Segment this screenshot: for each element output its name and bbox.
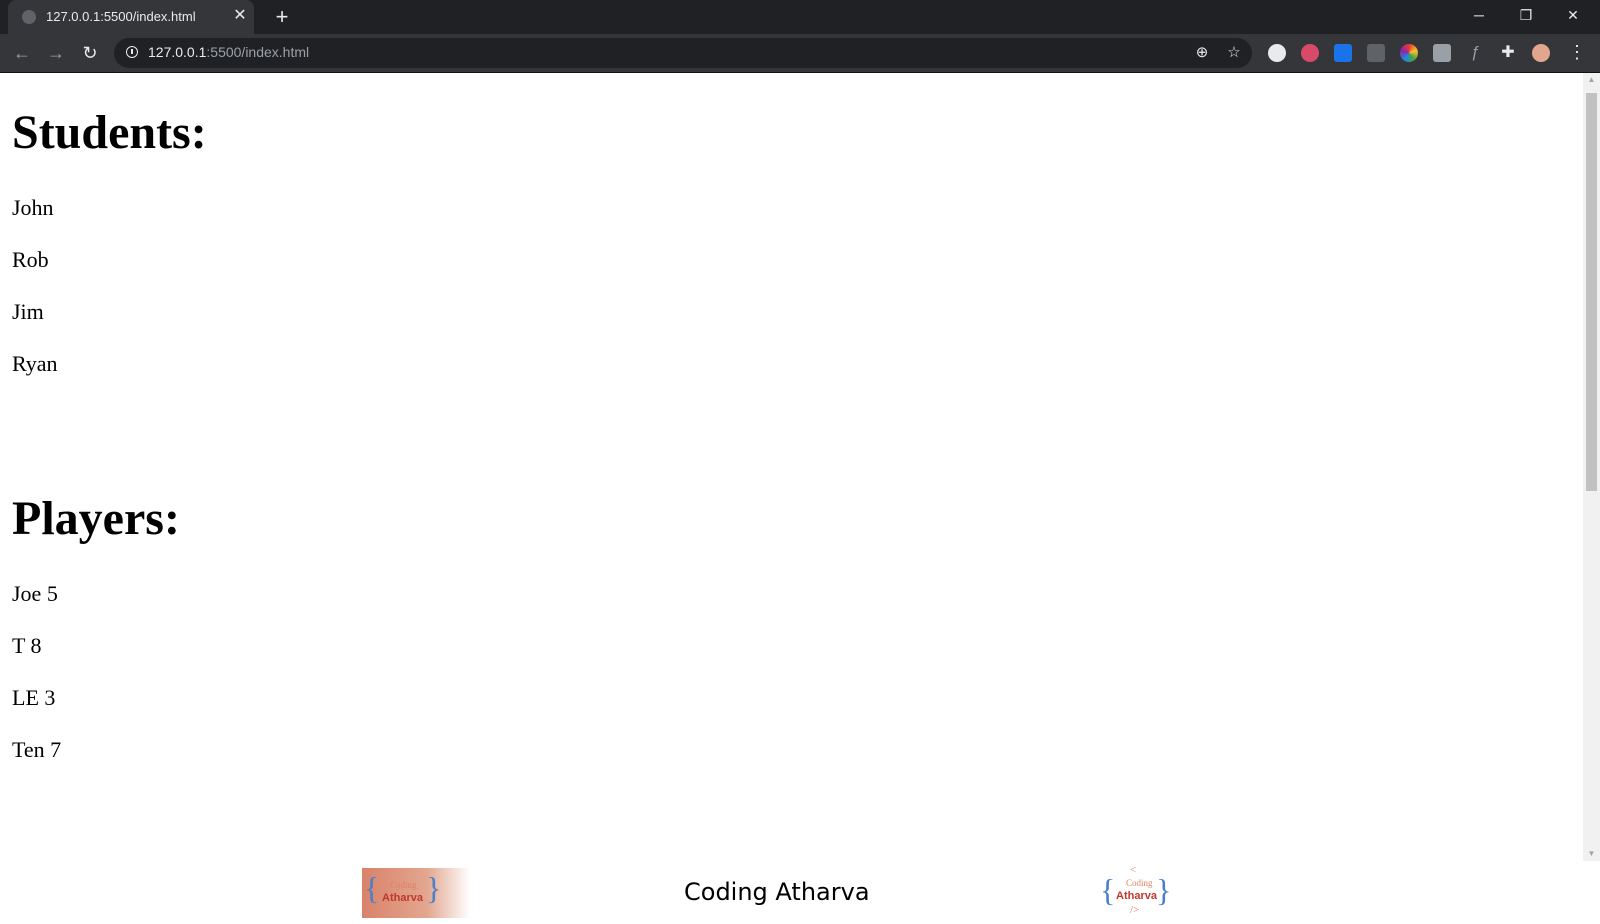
list-item: Joe 5 <box>12 581 58 606</box>
logo-right-top: < <box>1130 864 1137 876</box>
extension-1-icon[interactable] <box>1268 44 1286 62</box>
list-item: Jim <box>12 299 44 324</box>
camera-icon[interactable] <box>1433 44 1451 62</box>
s-extension-icon[interactable] <box>1367 44 1385 62</box>
coding-atharva-logo-right: < { Coding Atharva } /> <box>1100 864 1174 920</box>
bookmark-star-icon[interactable]: ☆ <box>1224 43 1244 63</box>
browser-titlebar: 127.0.0.1:5500/index.html ✕ + ─ ❐ ✕ <box>0 0 1600 34</box>
reload-button[interactable]: ↻ <box>78 41 102 65</box>
list-item: LE 3 <box>12 685 56 710</box>
close-window-button[interactable]: ✕ <box>1550 0 1596 32</box>
function-icon[interactable]: ƒ <box>1466 44 1484 62</box>
color-picker-icon[interactable] <box>1400 44 1418 62</box>
scrollbar-thumb[interactable] <box>1586 93 1597 491</box>
globe-icon <box>22 10 36 24</box>
kebab-menu-icon[interactable]: ⋮ <box>1568 42 1586 62</box>
site-info-icon[interactable] <box>126 46 138 58</box>
logo-right-line2: Atharva <box>1116 890 1157 902</box>
back-button[interactable]: ← <box>10 41 34 65</box>
close-tab-icon[interactable]: ✕ <box>230 6 250 26</box>
restore-button[interactable]: ❐ <box>1503 0 1549 32</box>
left-brace-icon: { <box>1100 872 1116 908</box>
profile-avatar[interactable] <box>1532 44 1550 62</box>
right-brace-icon: } <box>1156 872 1172 908</box>
url-host: 127.0.0.1 <box>148 44 207 60</box>
browser-toolbar: ← → ↻ 127.0.0.1:5500/index.html ⊕ ☆ ƒ ✚ … <box>0 34 1600 73</box>
left-brace-icon: { <box>364 870 380 906</box>
video-footer: { Coding Atharva } Coding Atharva < { Co… <box>0 861 1600 924</box>
tab-title: 127.0.0.1:5500/index.html <box>46 9 196 24</box>
scroll-down-arrow[interactable]: ▼ <box>1583 847 1600 861</box>
list-item: John <box>12 195 54 220</box>
coding-atharva-logo-left: { Coding Atharva } <box>362 868 470 918</box>
footer-title: Coding Atharva <box>684 878 870 906</box>
logo-left-line2: Atharva <box>382 892 423 904</box>
url-text: 127.0.0.1:5500/index.html <box>148 44 309 60</box>
list-item: T 8 <box>12 633 42 658</box>
forward-button[interactable]: → <box>44 41 68 65</box>
vertical-scrollbar[interactable]: ▲ ▼ <box>1583 73 1600 861</box>
right-brace-icon: } <box>426 870 442 906</box>
page-viewport: Students: John Rob Jim Ryan Players: Joe… <box>0 73 1583 861</box>
students-heading: Students: <box>12 106 207 159</box>
zoom-icon[interactable]: ⊕ <box>1192 43 1212 63</box>
list-item: Ten 7 <box>12 737 62 762</box>
new-tab-button[interactable]: + <box>270 6 294 30</box>
browser-tab[interactable]: 127.0.0.1:5500/index.html ✕ <box>8 0 254 34</box>
logo-right-line1: Coding <box>1126 878 1153 888</box>
logo-left-line1: Coding <box>390 880 417 890</box>
minimize-button[interactable]: ─ <box>1456 0 1502 32</box>
list-item: Ryan <box>12 351 58 376</box>
logo-right-bottom: /> <box>1130 904 1140 916</box>
extension-2-icon[interactable] <box>1301 44 1319 62</box>
extensions-puzzle-icon[interactable]: ✚ <box>1499 44 1517 62</box>
list-item: Rob <box>12 247 49 272</box>
address-bar[interactable]: 127.0.0.1:5500/index.html ⊕ ☆ <box>114 38 1252 68</box>
players-heading: Players: <box>12 492 180 545</box>
url-path: :5500/index.html <box>206 44 310 60</box>
download-extension-icon[interactable] <box>1334 44 1352 62</box>
scroll-up-arrow[interactable]: ▲ <box>1583 73 1600 87</box>
